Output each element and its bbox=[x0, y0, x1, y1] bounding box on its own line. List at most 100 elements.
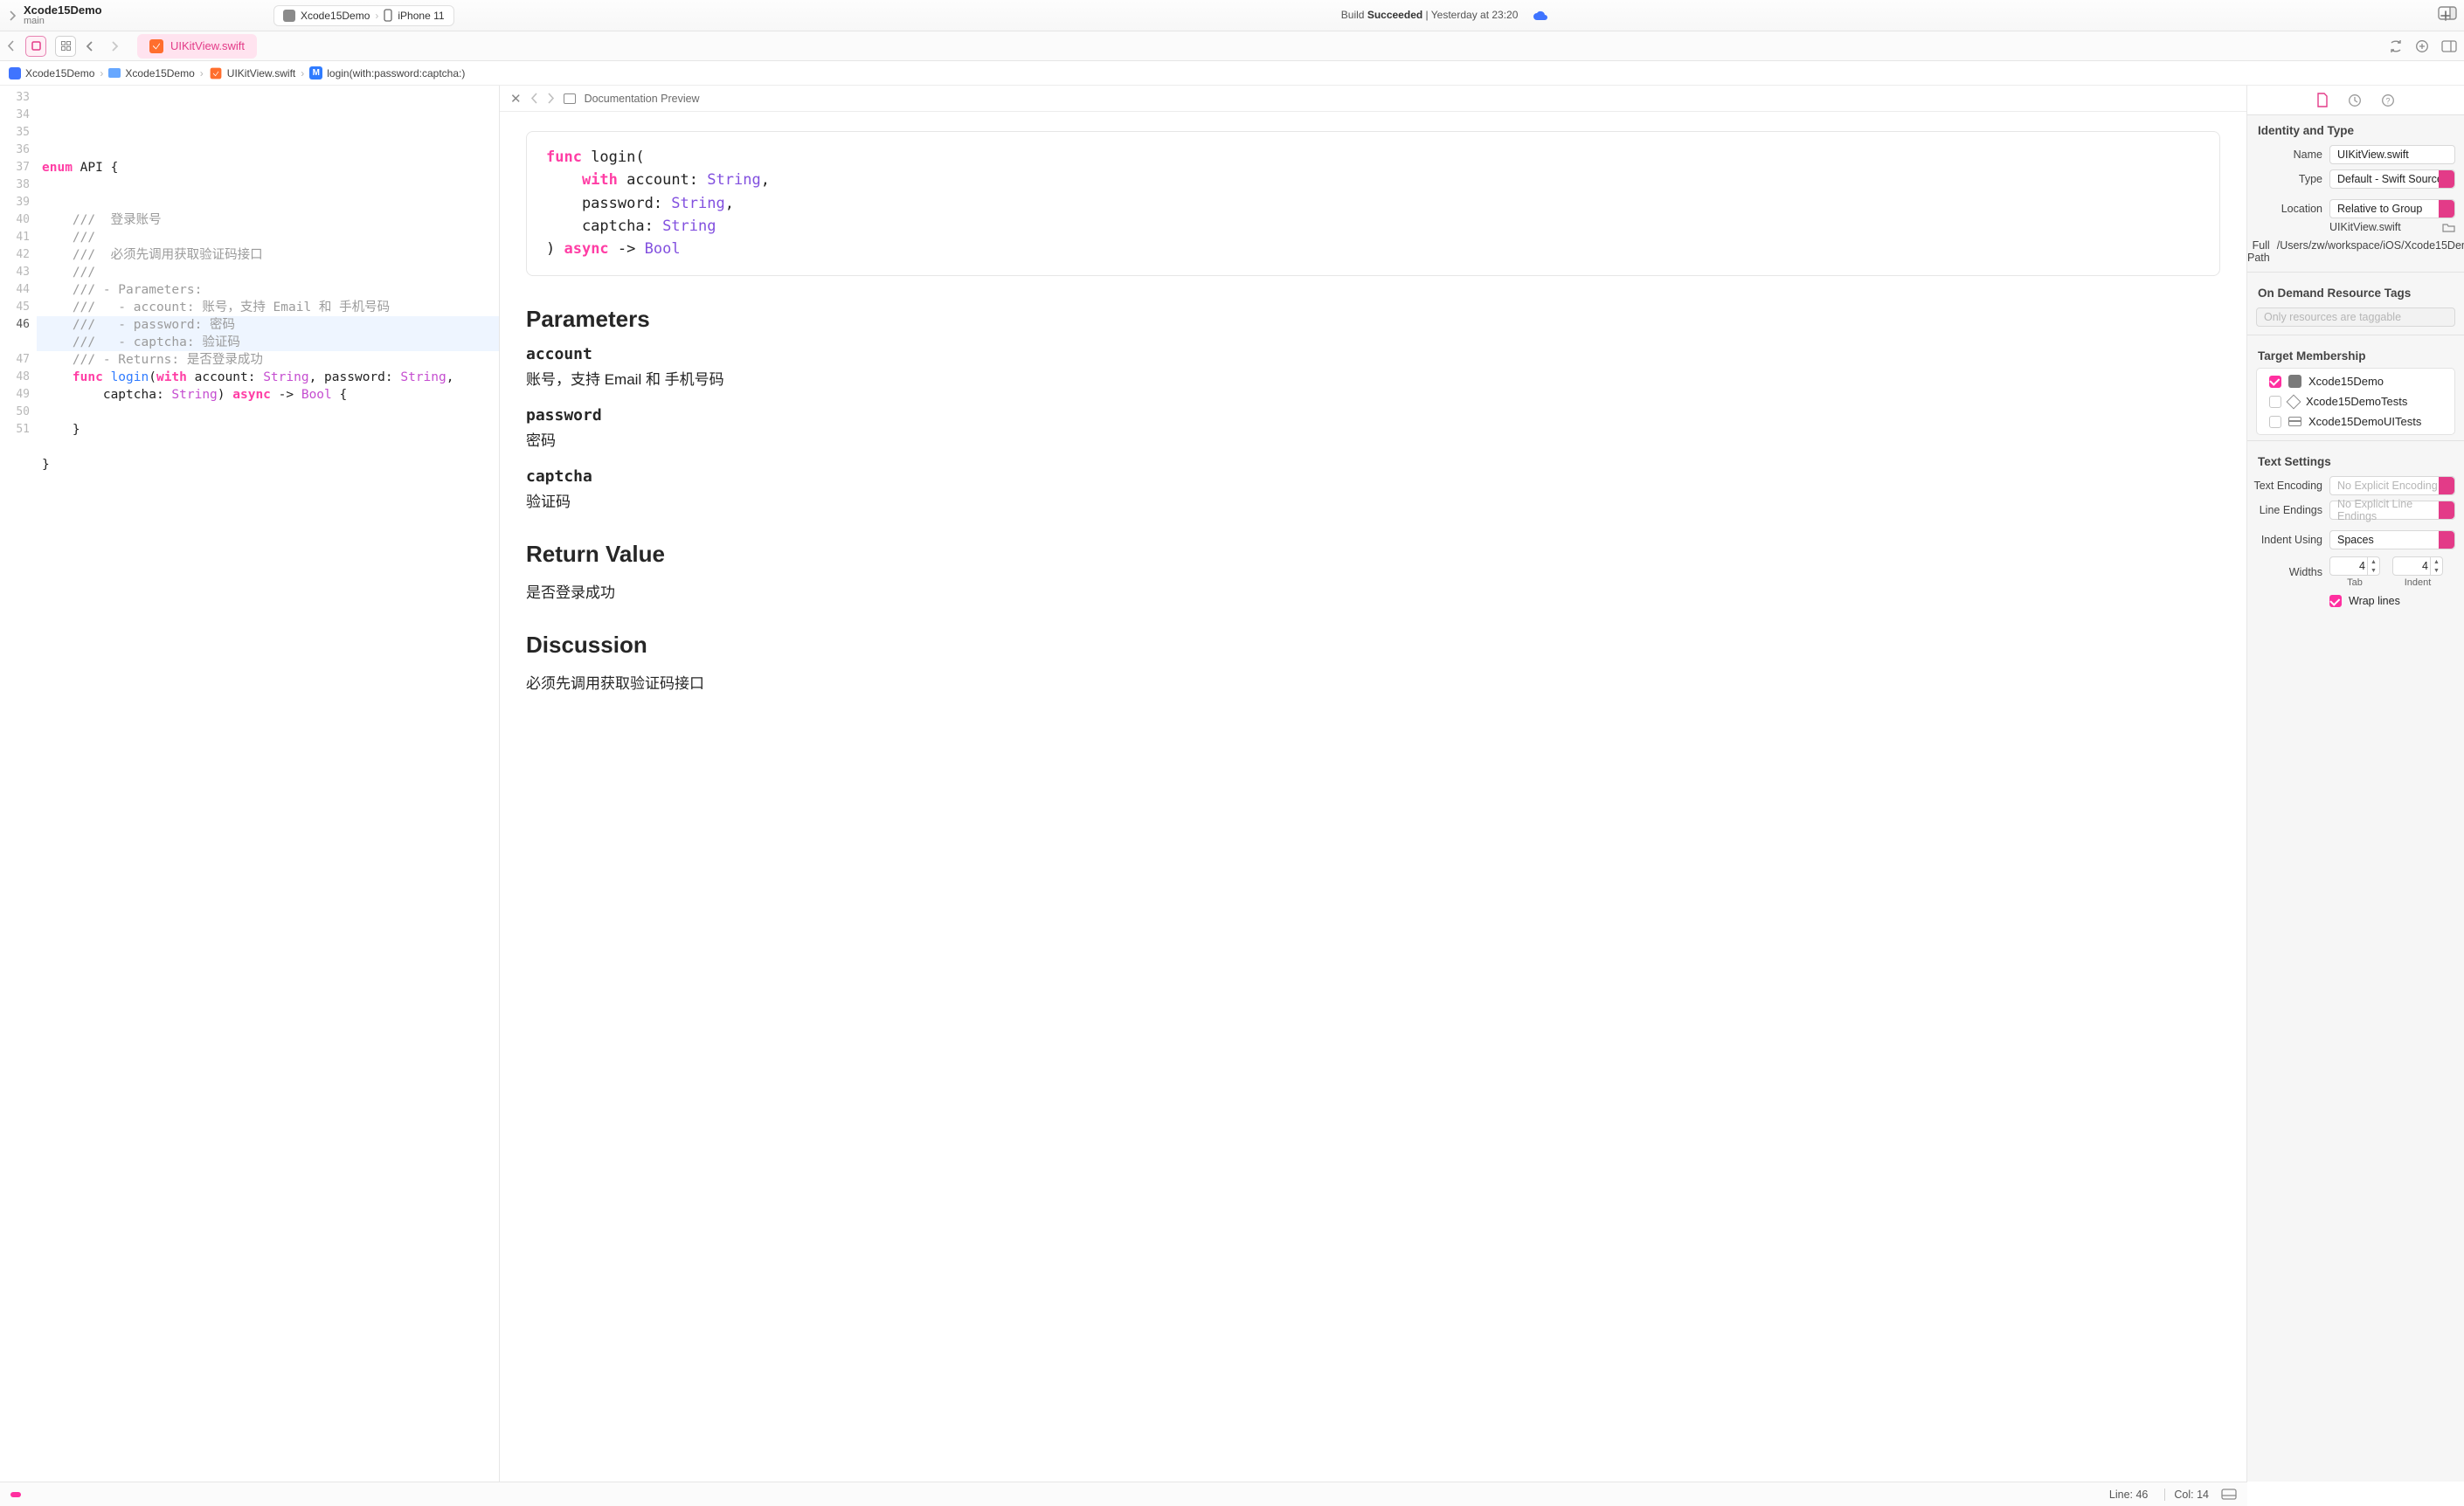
param-desc: 账号，支持 Email 和 手机号码 bbox=[526, 367, 2220, 389]
section-text: Text Settings bbox=[2247, 446, 2464, 473]
sublabel-tab: Tab bbox=[2347, 577, 2363, 588]
right-panel-toggle-icon[interactable] bbox=[2438, 6, 2457, 20]
build-status-prefix: Build bbox=[1341, 9, 1367, 21]
jump-symbol-label: login(with:password:captcha:) bbox=[327, 67, 465, 79]
doc-nav-forward[interactable] bbox=[547, 93, 555, 104]
build-status-word: Succeeded bbox=[1367, 9, 1422, 21]
folder-icon bbox=[108, 68, 121, 78]
jump-project-label: Xcode15Demo bbox=[25, 67, 94, 79]
build-status: Build Succeeded | Yesterday at 23:20 bbox=[461, 9, 2429, 21]
help-tab-icon[interactable]: ? bbox=[2381, 93, 2395, 107]
bottom-panel-toggle-icon[interactable] bbox=[2221, 1489, 2237, 1500]
type-select[interactable]: Default - Swift Source bbox=[2329, 169, 2455, 189]
doc-nav-back[interactable] bbox=[530, 93, 538, 104]
scheme-selector[interactable]: Xcode15Demo › iPhone 11 bbox=[273, 5, 454, 26]
app-icon bbox=[283, 10, 295, 22]
signature-box: func login( with account: String, passwo… bbox=[526, 131, 2220, 276]
label-location: Location bbox=[2247, 203, 2322, 215]
indent-width-value: 4 bbox=[2422, 560, 2428, 572]
history-tab-icon[interactable] bbox=[2348, 93, 2362, 107]
unit-test-icon bbox=[2287, 394, 2301, 409]
jump-project[interactable]: Xcode15Demo bbox=[9, 67, 94, 79]
indent-width-stepper[interactable]: 4 ▲▼ bbox=[2392, 556, 2443, 576]
odr-placeholder: Only resources are taggable bbox=[2264, 311, 2401, 323]
label-widths: Widths bbox=[2247, 566, 2322, 578]
heading-discussion: Discussion bbox=[526, 632, 2220, 659]
device-name: iPhone 11 bbox=[398, 10, 444, 22]
section-identity: Identity and Type bbox=[2247, 115, 2464, 142]
name-field[interactable]: UIKitView.swift bbox=[2329, 145, 2455, 164]
doc-body[interactable]: func login( with account: String, passwo… bbox=[500, 112, 2246, 1482]
device-icon bbox=[384, 9, 392, 22]
target-membership-row[interactable]: Xcode15DemoTests bbox=[2257, 391, 2454, 411]
branch-name: main bbox=[24, 17, 163, 27]
grid-button[interactable] bbox=[55, 36, 76, 57]
section-odr: On Demand Resource Tags bbox=[2247, 278, 2464, 305]
chevron-right-icon: › bbox=[301, 67, 304, 79]
param-name: captcha bbox=[526, 467, 2220, 486]
odr-field: Only resources are taggable bbox=[2256, 307, 2455, 327]
target-checkbox[interactable] bbox=[2269, 416, 2281, 428]
jump-file[interactable]: UIKitView.swift bbox=[209, 66, 295, 80]
nav-back-button[interactable] bbox=[85, 40, 102, 52]
jump-folder[interactable]: Xcode15Demo bbox=[108, 67, 194, 79]
status-bar: Line: 46 Col: 14 bbox=[0, 1482, 2247, 1506]
location-select[interactable]: Relative to Group bbox=[2329, 199, 2455, 218]
folder-icon[interactable] bbox=[2442, 221, 2455, 233]
doc-title: Documentation Preview bbox=[585, 93, 700, 105]
param-name: password bbox=[526, 406, 2220, 425]
svg-text:?: ? bbox=[2385, 96, 2390, 105]
doc-header: ✕ Documentation Preview bbox=[500, 86, 2246, 112]
label-fullpath: Full Path bbox=[2247, 239, 2270, 264]
adjust-icon[interactable] bbox=[2415, 39, 2429, 53]
related-items-button[interactable] bbox=[7, 40, 17, 52]
close-button[interactable]: ✕ bbox=[510, 91, 522, 107]
indent-using-select[interactable]: Spaces bbox=[2329, 530, 2455, 549]
ui-test-icon bbox=[2288, 417, 2301, 426]
target-membership-list: Xcode15Demo Xcode15DemoTests Xcode15DemoUI… bbox=[2256, 368, 2455, 435]
target-name: Xcode15DemoTests bbox=[2306, 395, 2407, 408]
status-line: Line: 46 bbox=[2109, 1489, 2148, 1501]
tab-width-stepper[interactable]: 4 ▲▼ bbox=[2329, 556, 2380, 576]
encoding-select[interactable]: No Explicit Encoding bbox=[2329, 476, 2455, 495]
split-editor-icon[interactable] bbox=[2441, 39, 2457, 53]
scheme-name: Xcode15Demo bbox=[301, 10, 370, 22]
wrap-lines-label: Wrap lines bbox=[2349, 595, 2400, 607]
jump-bar[interactable]: Xcode15Demo › Xcode15Demo › UIKitView.sw… bbox=[0, 61, 2464, 86]
jump-folder-label: Xcode15Demo bbox=[125, 67, 194, 79]
nav-forward-button[interactable] bbox=[111, 40, 128, 52]
file-inspector-tab-icon[interactable] bbox=[2316, 93, 2329, 107]
status-col: Col: 14 bbox=[2174, 1489, 2209, 1501]
target-name: Xcode15DemoUITests bbox=[2308, 415, 2421, 428]
section-target: Target Membership bbox=[2247, 341, 2464, 368]
app-icon bbox=[2288, 375, 2301, 388]
editor-tabbar: UIKitView.swift bbox=[0, 31, 2464, 61]
main-split: 33343536373839404142434445464748495051 e… bbox=[0, 86, 2464, 1482]
build-status-time: | Yesterday at 23:20 bbox=[1422, 9, 1518, 21]
chevron-right-icon: › bbox=[200, 67, 204, 79]
editor-pane: 33343536373839404142434445464748495051 e… bbox=[0, 86, 500, 1482]
label-type: Type bbox=[2247, 173, 2322, 185]
wrap-lines-checkbox[interactable] bbox=[2329, 595, 2342, 607]
location-file-value: UIKitView.swift bbox=[2329, 221, 2437, 233]
project-name: Xcode15Demo bbox=[24, 4, 163, 17]
sync-icon[interactable] bbox=[2389, 39, 2403, 53]
project-title-block: Xcode15Demo main bbox=[24, 4, 163, 26]
tab-width-value: 4 bbox=[2359, 560, 2365, 572]
target-checkbox[interactable] bbox=[2269, 376, 2281, 388]
target-name: Xcode15Demo bbox=[2308, 375, 2384, 388]
line-gutter: 33343536373839404142434445464748495051 bbox=[0, 86, 37, 1482]
target-membership-row[interactable]: Xcode15DemoUITests bbox=[2257, 411, 2454, 432]
label-encoding: Text Encoding bbox=[2247, 480, 2322, 492]
return-description: 是否登录成功 bbox=[526, 580, 2220, 602]
jump-symbol[interactable]: M login(with:password:captcha:) bbox=[309, 66, 465, 79]
bookmarks-button[interactable] bbox=[25, 36, 46, 57]
code-editor[interactable]: enum API { /// 登录账号 /// /// 必须先调用获取验证码接口… bbox=[37, 86, 499, 1482]
line-endings-select[interactable]: No Explicit Line Endings bbox=[2329, 501, 2455, 520]
target-membership-row[interactable]: Xcode15Demo bbox=[2257, 371, 2454, 391]
chevron-right-icon: › bbox=[100, 67, 103, 79]
target-checkbox[interactable] bbox=[2269, 396, 2281, 408]
documentation-pane: ✕ Documentation Preview func login( with… bbox=[500, 86, 2247, 1482]
param-list: account账号，支持 Email 和 手机号码password密码captc… bbox=[526, 345, 2220, 511]
file-tab[interactable]: UIKitView.swift bbox=[137, 34, 257, 59]
